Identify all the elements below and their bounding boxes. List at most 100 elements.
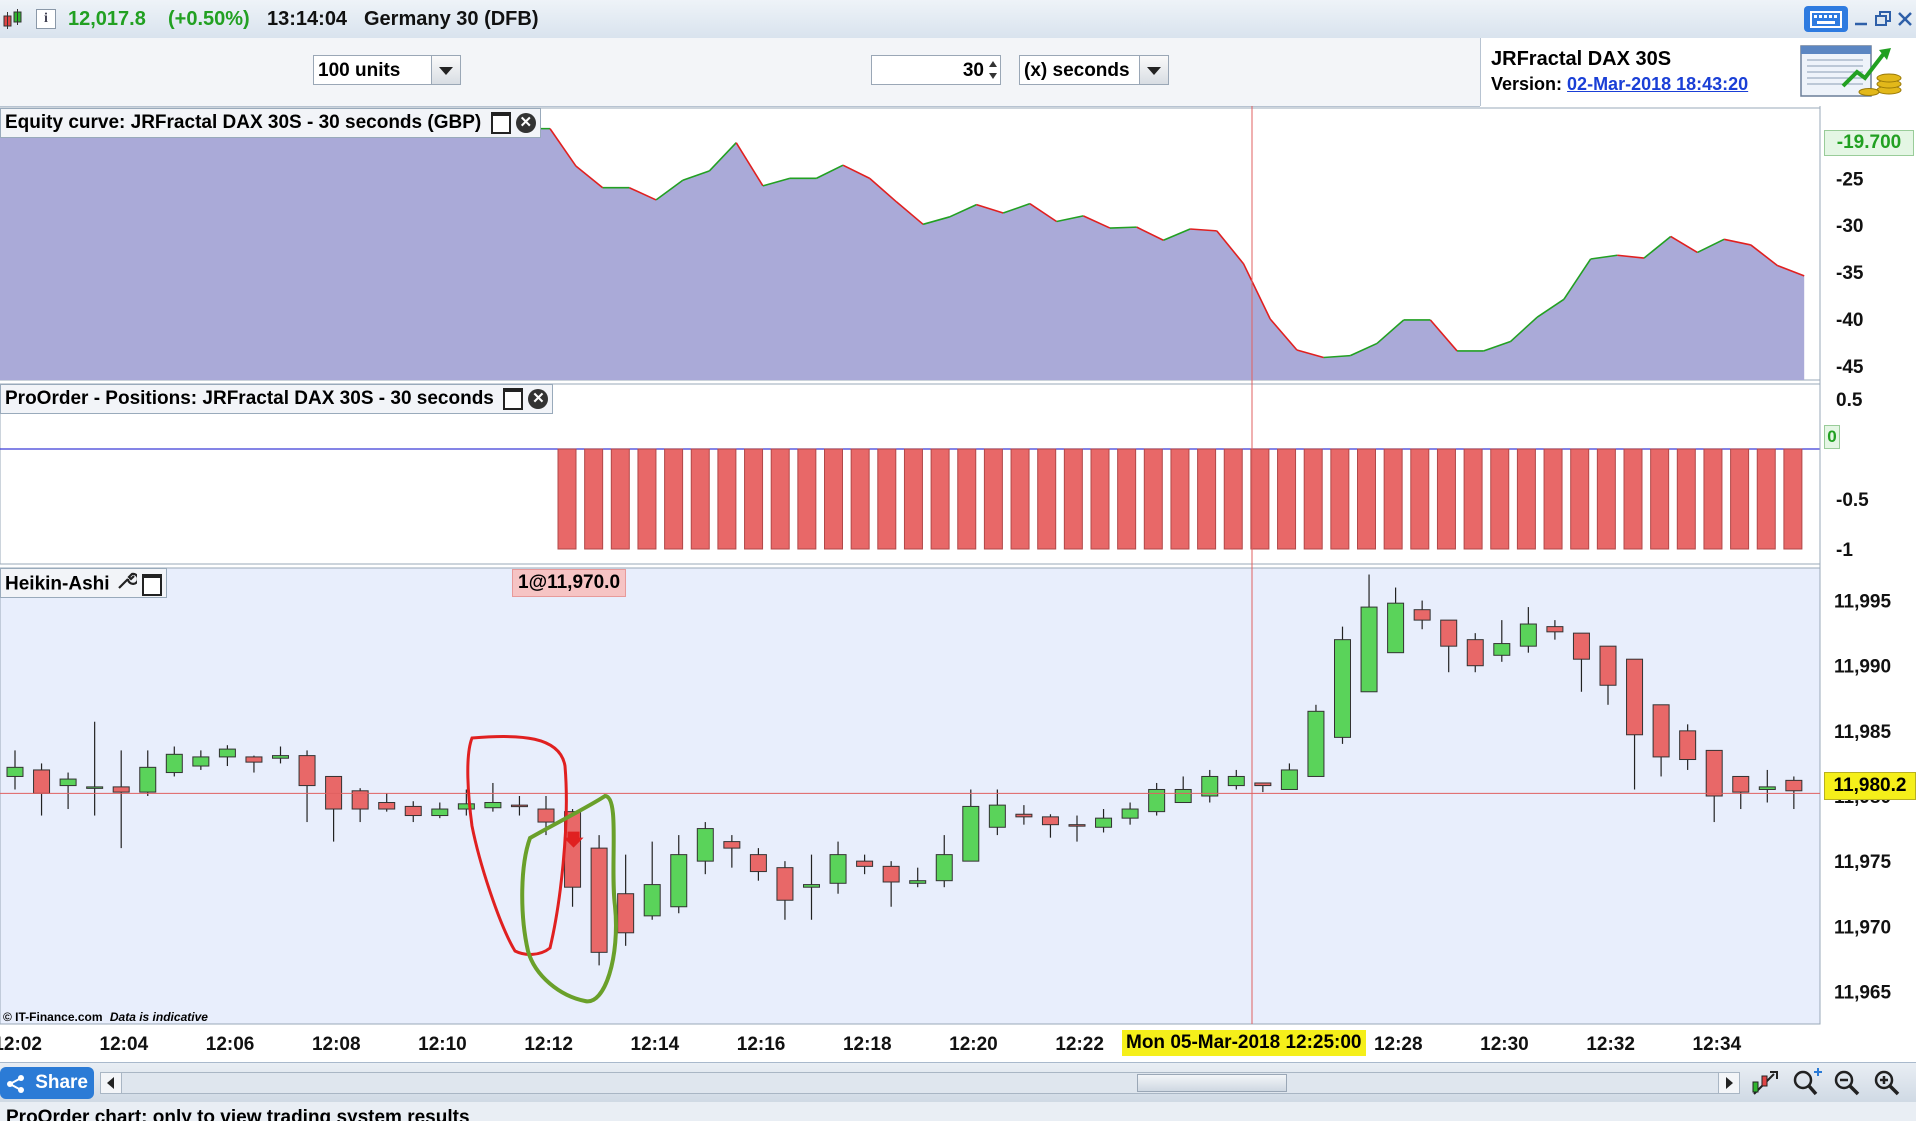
close-panel-icon[interactable]: ✕ [515,112,536,133]
candle-body [803,884,820,888]
candle-body [165,753,183,774]
restore-icon[interactable] [1874,10,1892,28]
horizontal-scrollbar[interactable] [100,1072,1740,1094]
header-price: 12,017.8 [68,8,146,30]
candle-body [643,884,661,917]
price-panel-title: Heikin-Ashi [0,568,168,600]
position-bar [637,448,657,550]
time-tick-label: 12:06 [206,1034,255,1055]
zoom-out-icon[interactable] [1832,1068,1862,1098]
position-bar [1730,448,1750,550]
candle-body [988,804,1006,828]
period-value: 30 [962,60,984,81]
close-panel-icon[interactable]: ✕ [528,388,549,409]
price-tick-label: 11,990 [1834,657,1891,678]
window-icon[interactable] [503,387,524,410]
position-bar [1650,448,1670,550]
version-label: Version: [1491,74,1563,94]
period-input[interactable]: 30 [871,55,1001,85]
window-icon[interactable] [490,111,511,134]
candle-body [1015,813,1033,818]
candle-body [1387,602,1405,654]
position-bar [1623,448,1643,550]
window-icon[interactable] [142,573,163,596]
scroll-right-icon[interactable] [1718,1073,1739,1093]
minimize-icon[interactable] [1852,10,1870,28]
position-bar [1436,448,1456,550]
candle-body [6,766,24,777]
keyboard-icon[interactable] [1804,6,1848,32]
candle-body [325,775,343,810]
candle-body [192,756,210,767]
candle-body [909,880,927,884]
positions-panel-title: ProOrder - Positions: JRFractal DAX 30S … [0,384,554,414]
candle-body [935,854,953,882]
share-button[interactable]: Share [0,1067,94,1099]
drawing-tools-icon[interactable] [1750,1068,1780,1098]
time-tick-label: 12:12 [524,1034,573,1055]
scroll-thumb[interactable] [1137,1074,1287,1092]
candle-body [1148,788,1166,813]
candle-body [218,748,236,758]
equity-tick-label: -30 [1836,216,1863,237]
candle-body [1572,632,1590,660]
time-tick-label: 12:08 [312,1034,361,1055]
close-icon[interactable] [1896,10,1914,28]
position-bar [1010,448,1030,550]
footer-text: ProOrder chart: only to view trading sys… [6,1107,470,1121]
wrench-icon[interactable] [115,569,139,600]
candle-body [1599,645,1617,686]
position-bar [1596,448,1616,550]
candle-body [749,854,767,873]
version-link[interactable]: 02-Mar-2018 18:43:20 [1567,74,1748,94]
position-bar [1490,448,1510,550]
position-bar [1303,448,1323,550]
position-bar [1250,448,1270,550]
candle-body [1174,788,1192,804]
equity-value-label: -19.700 [1824,130,1914,156]
zoom-fit-icon[interactable] [1790,1068,1824,1098]
chart-toolbar: 100 units 30 (x) seconds [0,38,1480,107]
chevron-down-icon[interactable] [431,56,460,84]
price-tick-label: 11,995 [1834,592,1891,613]
candle-body [1307,710,1325,777]
equity-tick-label: -45 [1836,357,1864,378]
position-bar [664,448,684,550]
candle-body [1254,782,1272,787]
candle-body [882,865,900,883]
position-bar [797,448,817,550]
position-bar [1516,448,1536,550]
price-tick-label: 11,965 [1834,982,1891,1003]
candle-body [1785,779,1803,792]
positions-title-text: ProOrder - Positions: JRFractal DAX 30S … [5,388,494,409]
time-tick-label: 12:20 [949,1034,998,1055]
equity-segment [1109,226,1137,229]
price-title-text: Heikin-Ashi [5,573,110,595]
scroll-left-icon[interactable] [101,1073,122,1093]
position-bar [1383,448,1403,550]
candle-body [378,802,396,810]
header-time: 13:14:04 [267,8,348,30]
time-tick-label: 12:32 [1586,1034,1635,1055]
candle-body [1758,786,1776,790]
units-dropdown[interactable]: 100 units [313,55,461,85]
chart-area[interactable]: -25 -30 -35 -40 -45 0.5 -0.5 -1 11,995 11,990 11,9… [0,106,1916,1062]
crosshair-price-label: 11,980.2 [1824,772,1916,800]
time-tick-label: 12:16 [737,1034,786,1055]
bottom-bar: Share [0,1062,1916,1103]
price-panel [0,567,1821,1025]
period-unit-dropdown[interactable]: (x) seconds [1019,55,1169,85]
position-bar [850,448,870,550]
stepper-icon[interactable] [987,57,999,83]
zoom-in-icon[interactable] [1872,1068,1902,1098]
candle-body [1679,730,1697,761]
candle-body [590,847,608,953]
candle-body [1493,643,1511,656]
candle-body [1360,606,1378,693]
info-icon[interactable]: i [36,9,56,29]
position-bar [877,448,897,550]
candle-body [670,854,688,908]
positions-tick-label: 0.5 [1836,390,1863,411]
position-bar [717,448,737,550]
chevron-down-icon[interactable] [1139,56,1168,84]
